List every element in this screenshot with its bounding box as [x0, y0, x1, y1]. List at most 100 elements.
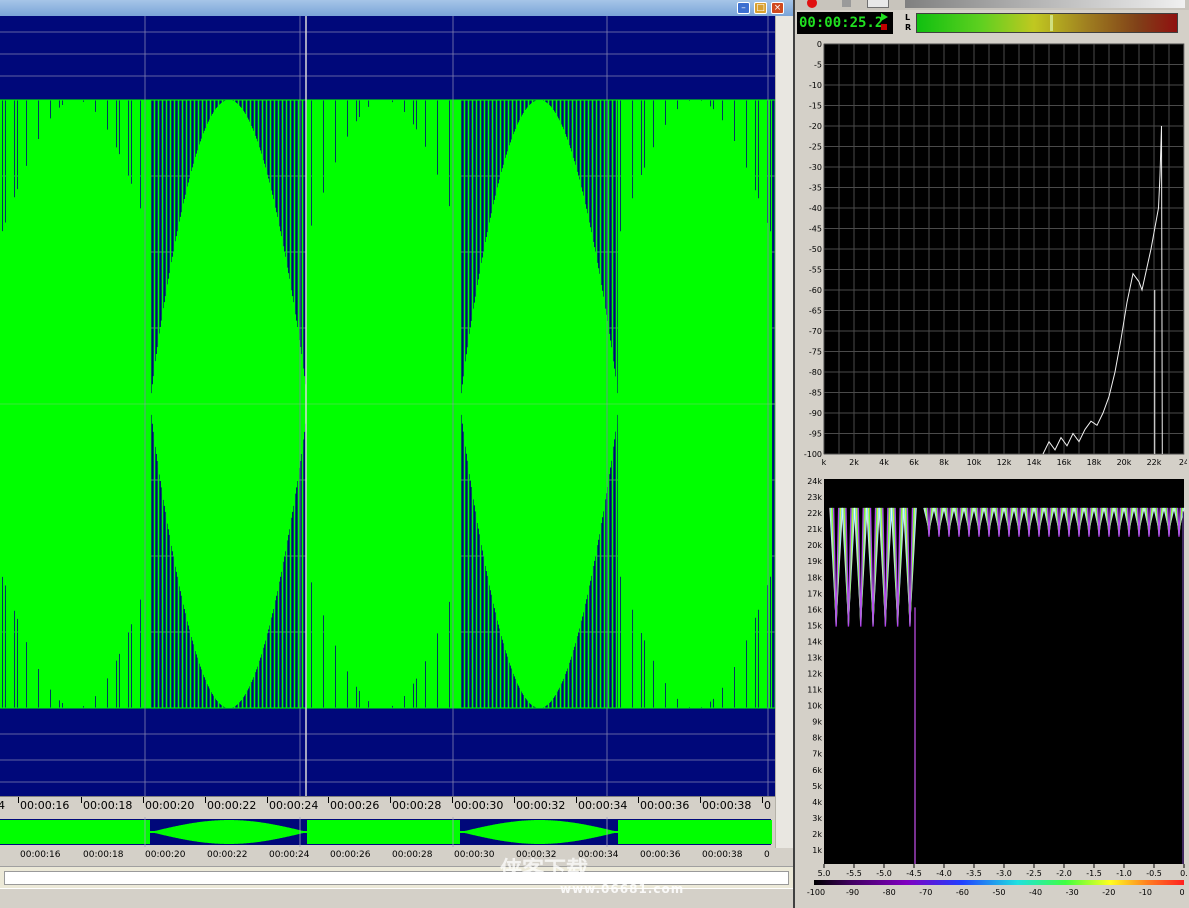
spectrum-y-label: -75 — [809, 348, 822, 357]
spectrogram-y-label: 16k — [807, 605, 822, 614]
spectrum-y-label: -30 — [809, 163, 822, 172]
overview-ruler-label: 00:00:22 — [207, 850, 248, 860]
spectrum-y-label: -10 — [809, 81, 822, 90]
spectrogram-y-label: 2k — [812, 830, 822, 839]
watermark-url: www.06681.com — [560, 882, 685, 896]
spectrum-x-label: 16k — [1057, 458, 1072, 467]
spectrogram-x-label: -1.5 — [1086, 869, 1102, 878]
spectrogram-y-label: 22k — [807, 509, 822, 518]
overview-ruler-label: 00:00:28 — [392, 850, 433, 860]
spectrogram: 24k 23k 22k 21k 20k 19k 18k 17k 16k 15k 14k 13k 12k 1… — [797, 476, 1187, 906]
stop-icon[interactable] — [842, 0, 851, 7]
time-ruler-label: 00:00:26 — [330, 799, 380, 812]
spectrum-y-label: -55 — [809, 266, 822, 275]
time-ruler-label: 0 — [764, 799, 771, 812]
spectrogram-color-scale — [814, 880, 1184, 885]
spectrum-y-label: -50 — [809, 245, 822, 254]
time-ruler-label: 00:00:32 — [516, 799, 566, 812]
spectrogram-x-label: -3.0 — [996, 869, 1012, 878]
time-readout: 00:00:25.2 — [797, 12, 893, 34]
spectrum-x-label: 14k — [1027, 458, 1042, 467]
spectrum-y-label: -70 — [809, 327, 822, 336]
spectrogram-y-label: 14k — [807, 637, 822, 646]
spectrogram-y-label: 10k — [807, 702, 822, 711]
time-ruler-tick — [700, 797, 701, 803]
spectrum-x-label: 20k — [1117, 458, 1132, 467]
time-ruler-label: 00:00:24 — [269, 799, 319, 812]
spectrum-x-label: 10k — [967, 458, 982, 467]
loop-icon[interactable] — [867, 0, 889, 8]
time-ruler-label: 00:00:34 — [578, 799, 628, 812]
spectrogram-scale-label: -30 — [1066, 888, 1079, 897]
time-ruler[interactable]: 4 00:00:16 00:00:18 00:00:20 00:00:22 00:00:2… — [0, 796, 775, 815]
waveform-display[interactable] — [0, 16, 775, 796]
time-ruler-tick — [762, 797, 763, 803]
record-icon[interactable] — [807, 0, 817, 8]
window-titlebar[interactable]: – □ × — [0, 0, 793, 16]
spectrogram-x-label: -5.0 — [876, 869, 892, 878]
time-ruler-label: 4 — [0, 799, 5, 812]
overview-ruler-label: 00:00:18 — [83, 850, 124, 860]
spectrum-x-label: 4k — [879, 458, 889, 467]
spectrogram-x-label: -5.5 — [846, 869, 862, 878]
time-ruler-tick — [390, 797, 391, 803]
spectrogram-y-label: 3k — [812, 814, 822, 823]
analysis-panel: 00:00:25.2 L R 0 -5 -10 -15 -20 -25 -30 -35 -40 -… — [793, 0, 1189, 908]
spectrogram-x-label: 5.0 — [818, 869, 831, 878]
spectrogram-y-label: 24k — [807, 477, 822, 486]
spectrogram-x-label: -2.0 — [1056, 869, 1072, 878]
level-meter — [916, 13, 1178, 33]
spectrum-y-label: -95 — [809, 430, 822, 439]
spectrogram-x-label: -0.5 — [1146, 869, 1162, 878]
spectrum-y-label: -65 — [809, 307, 822, 316]
spectrum-x-label: 6k — [909, 458, 919, 467]
spectrum-y-label: -85 — [809, 389, 822, 398]
play-icon — [881, 13, 888, 21]
spectrogram-scale-label: -100 — [807, 888, 825, 897]
time-ruler-label: 00:00:20 — [145, 799, 195, 812]
spectrogram-y-label: 11k — [807, 686, 822, 695]
maximize-button[interactable]: □ — [754, 2, 767, 14]
spectrogram-y-label: 8k — [812, 734, 822, 743]
transport-bar — [795, 0, 1189, 10]
spectrogram-y-label: 1k — [812, 846, 822, 855]
vertical-scrollbar[interactable] — [775, 16, 793, 848]
overview-ruler-label: 00:00:20 — [145, 850, 186, 860]
waveform-editor-window: – □ × 4 00:00:16 00:00:18 00:00:20 00:00:22 0… — [0, 0, 793, 908]
time-ruler-tick — [18, 797, 19, 803]
time-ruler-label: 00:00:28 — [392, 799, 442, 812]
volume-slider[interactable] — [905, 0, 1185, 8]
channel-label-right: R — [905, 23, 912, 32]
spectrum-x-label: 18k — [1087, 458, 1102, 467]
overview-ruler-label: 00:00:24 — [269, 850, 310, 860]
level-peak-marker — [1050, 15, 1053, 31]
spectrum-y-label: -100 — [804, 450, 822, 459]
spectrogram-y-label: 15k — [807, 621, 822, 630]
spectrogram-x-label: -4.0 — [936, 869, 952, 878]
spectrogram-y-label: 23k — [807, 493, 822, 502]
spectrogram-scale-label: -60 — [956, 888, 969, 897]
spectrogram-scale-label: -70 — [919, 888, 932, 897]
spectrogram-x-label: 0. — [1180, 869, 1187, 878]
time-ruler-label: 00:00:38 — [702, 799, 752, 812]
time-ruler-tick — [205, 797, 206, 803]
time-ruler-label: 00:00:36 — [640, 799, 690, 812]
overview-waveform — [0, 820, 772, 844]
spectrum-y-label: 0 — [817, 40, 822, 49]
minimize-button[interactable]: – — [737, 2, 750, 14]
spectrogram-scale-label: -90 — [846, 888, 859, 897]
channel-label-left: L — [905, 13, 911, 22]
spectrogram-scale-label: -80 — [883, 888, 896, 897]
time-ruler-tick — [267, 797, 268, 803]
waveform-overview[interactable] — [0, 817, 775, 847]
spectrum-x-label: k — [822, 458, 827, 467]
time-ruler-tick — [81, 797, 82, 803]
overview-ruler-label: 00:00:26 — [330, 850, 371, 860]
spectrogram-y-label: 20k — [807, 541, 822, 550]
spectrum-x-label: 24 — [1179, 458, 1187, 467]
spectrogram-y-label: 4k — [812, 798, 822, 807]
close-button[interactable]: × — [771, 2, 784, 14]
time-ruler-tick — [452, 797, 453, 803]
time-ruler-tick — [143, 797, 144, 803]
spectrogram-x-label: -4.5 — [906, 869, 922, 878]
